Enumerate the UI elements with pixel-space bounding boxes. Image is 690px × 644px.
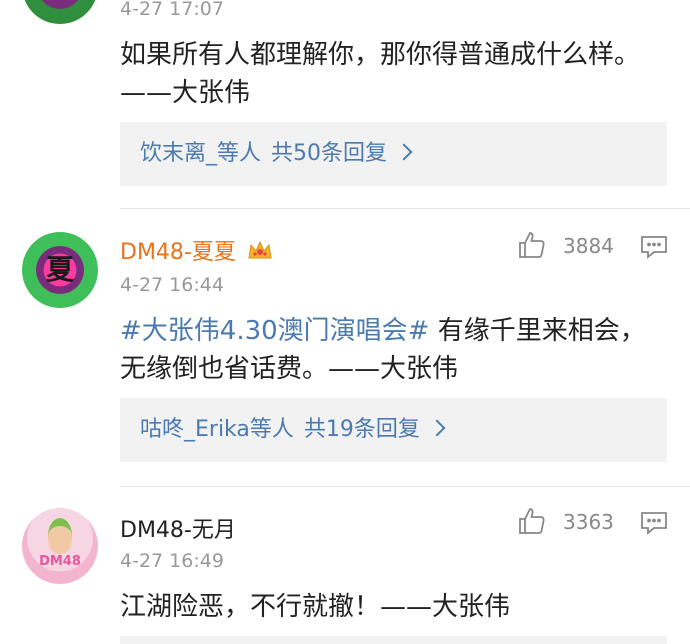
commenter-name[interactable]: DM48-无月	[120, 512, 236, 544]
comment-item: 4-27 17:07 如果所有人都理解你，那你得普通成什么样。——大张伟 饮末离…	[0, 0, 690, 205]
reply-etc: 等人	[249, 417, 294, 442]
comment-text: 如果所有人都理解你，那你得普通成什么样。——大张伟	[120, 40, 641, 108]
reply-total[interactable]: 共50条回复	[271, 141, 387, 166]
comment-item: DM48 DM48-无月 3363 4-27 16:49 江湖险恶，不行就撤！—…	[0, 486, 690, 644]
chevron-right-icon	[395, 143, 413, 161]
comment-reply-icon[interactable]	[640, 234, 668, 260]
avatar-glyph: 夏	[45, 253, 74, 286]
commenter-name[interactable]: DM48-夏夏	[120, 234, 273, 268]
crown-badge-icon	[247, 238, 273, 268]
comment-item: 夏 DM48-夏夏 3884 4-27 16:44 #大张伟4.30澳门演唱会#	[0, 208, 690, 486]
reply-users[interactable]: 饮末离_	[140, 141, 217, 166]
reply-summary[interactable]: 饮末离_等人 共50条回复	[120, 122, 667, 186]
avatar[interactable]: DM48	[22, 508, 98, 584]
reply-summary[interactable]	[120, 636, 667, 644]
reply-summary[interactable]: 咕咚_Erika等人 共19条回复	[120, 398, 667, 462]
comment-text: 江湖险恶，不行就撤！——大张伟	[120, 592, 511, 622]
like-icon[interactable]	[517, 506, 547, 536]
comment-reply-icon[interactable]	[640, 510, 668, 536]
avatar[interactable]: 夏	[22, 232, 98, 308]
comment-time: 4-27 16:49	[120, 550, 224, 572]
like-count: 3884	[563, 234, 614, 258]
like-count: 3363	[563, 510, 614, 534]
comment-time: 4-27 16:44	[120, 274, 224, 296]
commenter-name-text[interactable]: DM48-夏夏	[120, 240, 236, 265]
comment-text: #大张伟4.30澳门演唱会# 有缘千里来相会，无缘倒也省话费。——大张伟	[120, 312, 660, 388]
avatar-label: DM48	[39, 554, 81, 569]
comment-time: 4-27 17:07	[120, 0, 224, 20]
reply-etc: 等人	[217, 141, 262, 166]
reply-total[interactable]: 共19条回复	[304, 417, 420, 442]
avatar-figure	[48, 518, 72, 554]
chevron-right-icon	[428, 419, 446, 437]
topic-link[interactable]: #大张伟4.30澳门演唱会#	[120, 316, 429, 346]
like-icon[interactable]	[517, 230, 547, 260]
avatar[interactable]	[22, 0, 98, 24]
reply-users[interactable]: 咕咚_Erika	[140, 417, 250, 442]
